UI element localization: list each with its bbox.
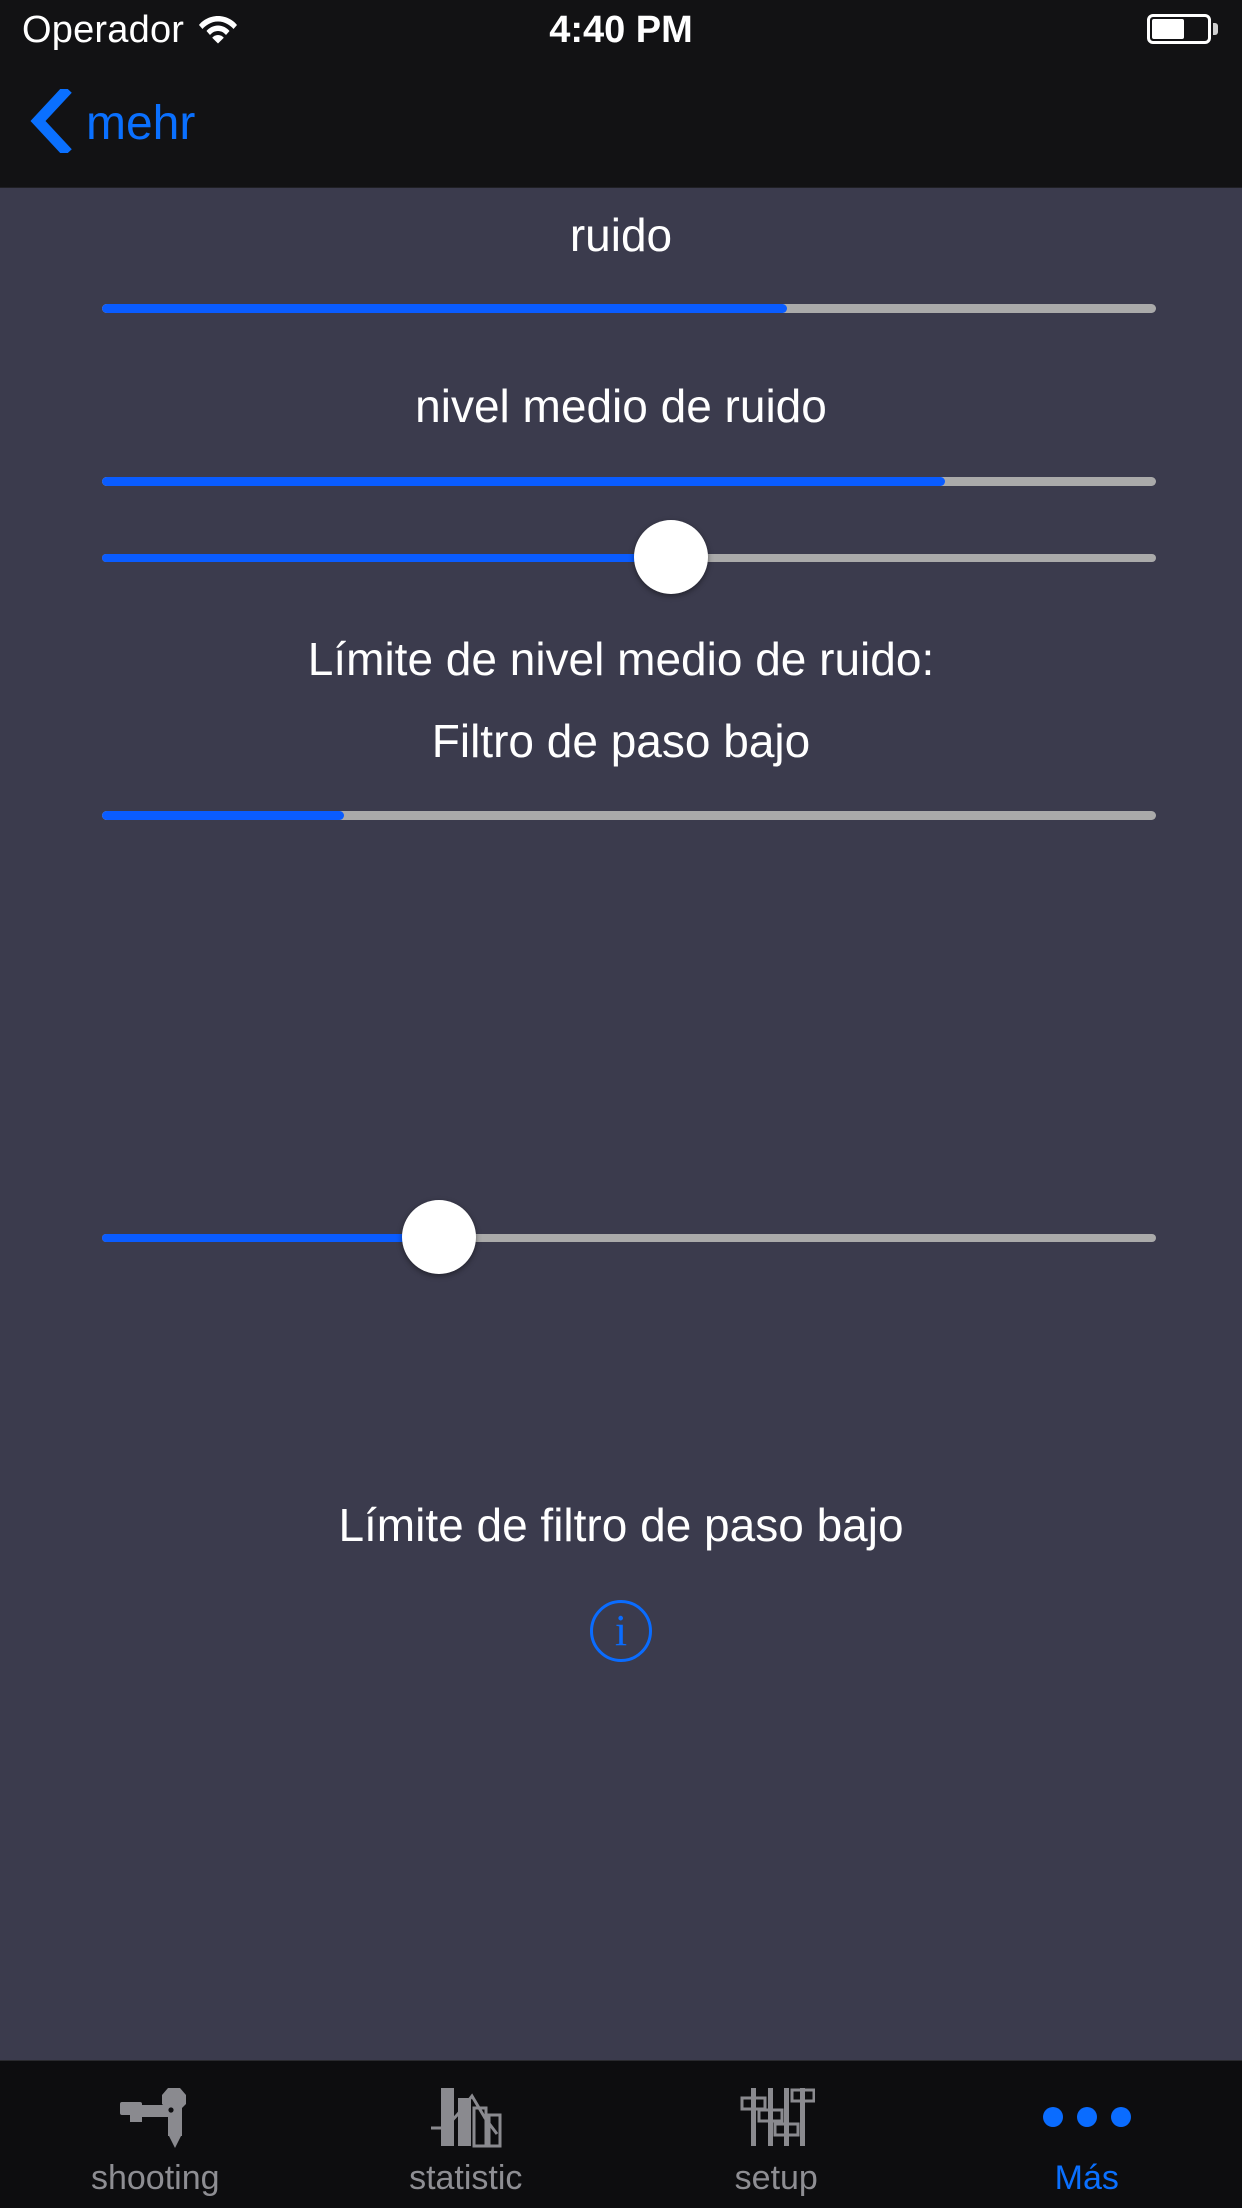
navigation-bar: mehr — [0, 60, 1242, 188]
slider-fill — [102, 1234, 440, 1242]
settings-content: ruido nivel medio de ruido Límite de niv… — [0, 188, 1242, 2060]
low-pass-filter-progress-fill — [102, 811, 345, 820]
bar-chart-icon — [427, 2081, 505, 2153]
info-circle-icon[interactable]: i — [590, 1600, 652, 1662]
dot — [1042, 2106, 1063, 2127]
tab-statistic-label: statistic — [409, 2158, 523, 2197]
mean-noise-level-progress-fill — [102, 477, 946, 486]
tab-bar: shooting statistic setup Más — [0, 2060, 1242, 2208]
clock-label: 4:40 PM — [549, 9, 693, 51]
noise-label: ruido — [569, 209, 673, 261]
chevron-left-icon — [28, 85, 72, 158]
battery-cap — [1213, 23, 1218, 35]
slider-thumb[interactable] — [402, 1200, 477, 1274]
low-pass-filter-limit-slider[interactable] — [102, 1188, 1156, 1288]
tab-statistic[interactable]: statistic — [311, 2061, 622, 2208]
rifle-icon — [116, 2081, 194, 2153]
tab-shooting[interactable]: shooting — [0, 2061, 311, 2208]
back-button[interactable]: mehr — [0, 85, 196, 158]
mean-noise-level-limit-slider[interactable] — [102, 508, 1156, 608]
low-pass-filter-label: Filtro de paso bajo — [431, 715, 811, 767]
tab-shooting-label: shooting — [90, 2158, 220, 2197]
sliders-icon — [737, 2081, 816, 2153]
mean-noise-level-limit-label: Límite de nivel medio de ruido: — [307, 633, 935, 685]
tab-setup[interactable]: setup — [621, 2061, 932, 2208]
app-screen: Operador 4:40 PM mehr ruido nivel medio … — [0, 0, 1242, 2208]
mean-noise-level-label: nivel medio de ruido — [415, 380, 827, 432]
status-bar: Operador 4:40 PM — [0, 0, 1242, 60]
tab-more[interactable]: Más — [932, 2061, 1242, 2208]
dot — [1110, 2106, 1131, 2127]
battery-icon — [1147, 14, 1218, 44]
tab-more-label: Más — [1054, 2158, 1119, 2197]
noise-progress — [102, 304, 1156, 313]
noise-progress-fill — [102, 304, 788, 313]
dot — [1076, 2106, 1097, 2127]
low-pass-filter-limit-label: Límite de filtro de paso bajo — [338, 1499, 904, 1551]
slider-thumb[interactable] — [634, 520, 709, 594]
battery-fill — [1152, 19, 1185, 39]
battery-body — [1147, 14, 1211, 44]
mean-noise-level-progress — [102, 477, 1156, 486]
low-pass-filter-progress — [102, 811, 1156, 820]
ellipsis-icon — [1042, 2081, 1131, 2153]
tab-setup-label: setup — [734, 2158, 818, 2197]
slider-fill — [102, 554, 672, 562]
back-button-label: mehr — [86, 96, 196, 150]
